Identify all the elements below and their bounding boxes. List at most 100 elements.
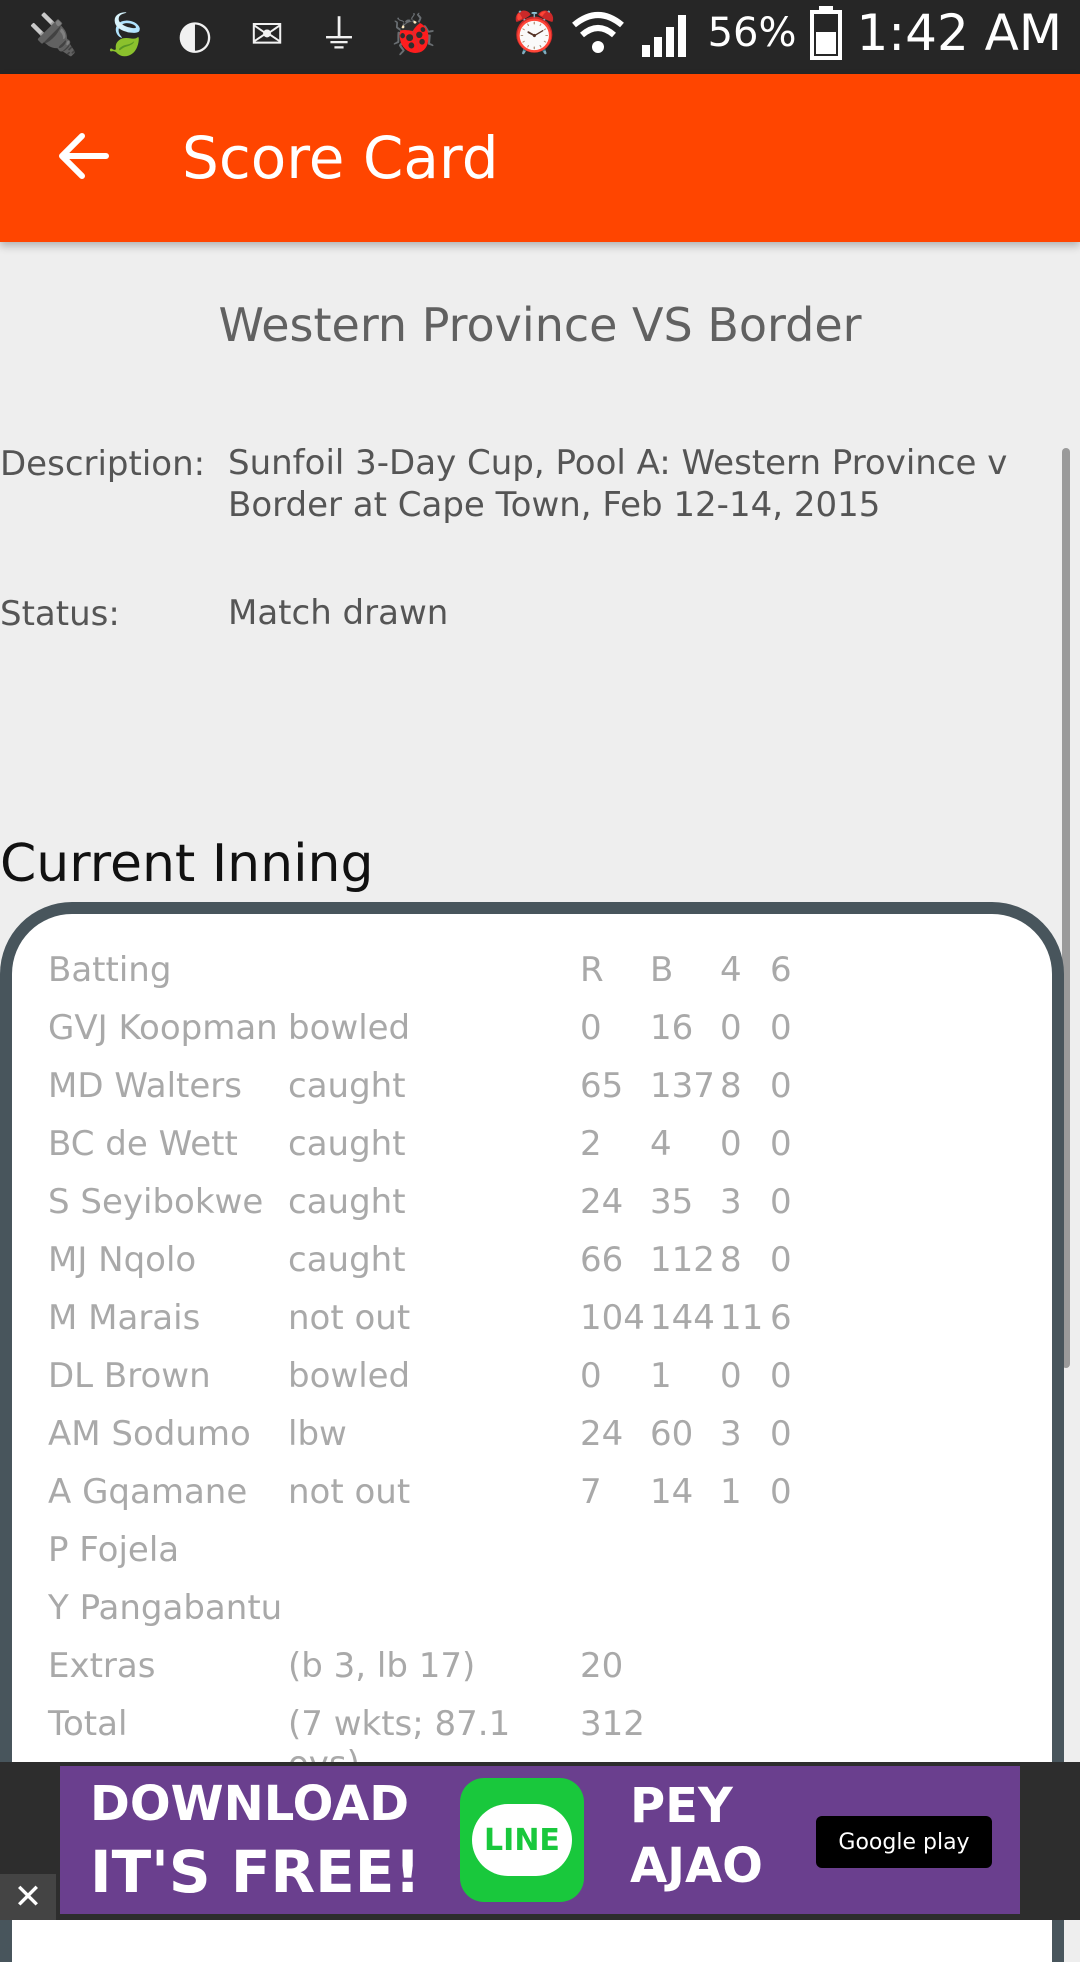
batter-dismissal: bowled	[288, 1008, 411, 1048]
batter-runs: 7	[580, 1472, 602, 1512]
close-icon[interactable]: ✕	[0, 1874, 56, 1920]
header-balls: B	[650, 950, 674, 990]
mail-icon: ✉	[250, 12, 284, 58]
header-sixes: 6	[770, 950, 792, 990]
header-batting: Batting	[48, 950, 172, 990]
ad-text-ajao: AJAO	[630, 1838, 763, 1894]
batter-name: Y Pangabantu	[48, 1588, 283, 1628]
batter-runs: 24	[580, 1414, 624, 1454]
status-bar: 🔌 🍃 ◐ ✉ ⏚ 🐞 ⏰ 56% 1:42 AM	[0, 0, 1080, 74]
batter-runs: 0	[580, 1356, 602, 1396]
batter-fours: 1	[720, 1472, 742, 1512]
batter-sixes: 0	[770, 1124, 792, 1164]
app-bar: Score Card	[0, 74, 1080, 242]
batter-dismissal: caught	[288, 1066, 406, 1106]
ad-text-pey: PEY	[630, 1778, 733, 1834]
table-header: Batting R B 4 6	[48, 950, 810, 1004]
batter-fours: 8	[720, 1066, 742, 1106]
batter-name: MD Walters	[48, 1066, 242, 1106]
batter-name: BC de Wett	[48, 1124, 238, 1164]
batter-runs: 104	[580, 1298, 645, 1338]
table-row: MD Walters caught 65 137 8 0	[48, 1066, 810, 1120]
status-left-icons: 🔌 🍃 ◐ ✉ ⏚ 🐞	[28, 10, 438, 60]
line-logo-text: LINE	[472, 1804, 572, 1876]
extras-row: Extras (b 3, lb 17) 20	[48, 1646, 650, 1700]
batter-sixes: 0	[770, 1182, 792, 1222]
wifi-icon	[571, 12, 624, 53]
batter-sixes: 0	[770, 1008, 792, 1048]
batter-dismissal: bowled	[288, 1356, 411, 1396]
header-runs: R	[580, 950, 604, 990]
batter-balls: 144	[650, 1298, 715, 1338]
batter-runs: 66	[580, 1240, 624, 1280]
speed-icon: ◐	[177, 12, 213, 58]
ad-banner[interactable]: DOWNLOAD IT'S FREE! LINE PEY AJAO Google…	[60, 1766, 1020, 1914]
batter-name: P Fojela	[48, 1530, 180, 1570]
extras-detail: (b 3, lb 17)	[288, 1646, 476, 1686]
batter-sixes: 0	[770, 1066, 792, 1106]
batter-dismissal: caught	[288, 1124, 406, 1164]
batter-sixes: 0	[770, 1472, 792, 1512]
batter-dismissal: caught	[288, 1182, 406, 1222]
batter-fours: 3	[720, 1414, 742, 1454]
table-row: MJ Nqolo caught 66 112 8 0	[48, 1240, 810, 1294]
status-right: ⏰ 56% 1:42 AM	[510, 4, 1062, 62]
batter-fours: 11	[720, 1298, 764, 1338]
batter-fours: 0	[720, 1356, 742, 1396]
leaf-icon: 🍃	[100, 12, 150, 58]
batter-dismissal: lbw	[288, 1414, 347, 1454]
table-row: DL Brown bowled 0 1 0 0	[48, 1356, 810, 1410]
table-row: AM Sodumo lbw 24 60 3 0	[48, 1414, 810, 1468]
usb-charging-icon: 🔌	[28, 12, 78, 58]
batter-fours: 3	[720, 1182, 742, 1222]
total-value: 312	[580, 1704, 645, 1744]
batter-sixes: 0	[770, 1414, 792, 1454]
batter-sixes: 6	[770, 1298, 792, 1338]
batter-name: MJ Nqolo	[48, 1240, 197, 1280]
batter-balls: 35	[650, 1182, 694, 1222]
status-label: Status:	[0, 594, 120, 634]
batter-name: AM Sodumo	[48, 1414, 251, 1454]
batter-fours: 8	[720, 1240, 742, 1280]
google-play-badge[interactable]: Google play	[816, 1816, 992, 1868]
table-row: A Gqamane not out 7 14 1 0	[48, 1472, 810, 1526]
batter-fours: 0	[720, 1008, 742, 1048]
extras-label: Extras	[48, 1646, 156, 1686]
alarm-icon: ⏰	[509, 10, 560, 56]
total-row: Total (7 wkts; 87.1 ovs) 312	[48, 1704, 650, 1784]
page-title: Score Card	[182, 124, 499, 192]
batter-sixes: 0	[770, 1356, 792, 1396]
batter-balls: 60	[650, 1414, 694, 1454]
table-row: BC de Wett caught 2 4 0 0	[48, 1124, 810, 1178]
batter-dismissal: not out	[288, 1472, 411, 1512]
clock-time: 1:42 AM	[856, 4, 1062, 62]
match-title: Western Province VS Border	[218, 298, 862, 352]
ad-text-download: DOWNLOAD	[90, 1776, 410, 1832]
table-row: S Seyibokwe caught 24 35 3 0	[48, 1182, 810, 1236]
signal-icon	[641, 15, 686, 57]
battery-icon	[810, 6, 843, 60]
batter-balls: 137	[650, 1066, 715, 1106]
batter-name: A Gqamane	[48, 1472, 248, 1512]
batter-balls: 1	[650, 1356, 672, 1396]
total-label: Total	[48, 1704, 128, 1744]
batter-fours: 0	[720, 1124, 742, 1164]
table-row: M Marais not out 104 144 11 6	[48, 1298, 810, 1352]
batter-runs: 2	[580, 1124, 602, 1164]
bug-icon: 🐞	[388, 12, 438, 58]
header-fours: 4	[720, 950, 742, 990]
line-logo-icon: LINE	[460, 1778, 584, 1902]
header-dismissal	[288, 950, 580, 1004]
description-value: Sunfoil 3-Day Cup, Pool A: Western Provi…	[228, 443, 1008, 525]
batter-balls: 4	[650, 1124, 672, 1164]
usb-icon: ⏚	[319, 12, 359, 58]
extras-value: 20	[580, 1646, 624, 1686]
table-row: Y Pangabantu	[48, 1588, 368, 1642]
batter-balls: 16	[650, 1008, 694, 1048]
batter-balls: 14	[650, 1472, 694, 1512]
table-row: GVJ Koopman bowled 0 16 0 0	[48, 1008, 810, 1062]
arrow-back-icon[interactable]	[52, 124, 116, 188]
batter-runs: 24	[580, 1182, 624, 1222]
batter-dismissal: not out	[288, 1298, 411, 1338]
batter-balls: 112	[650, 1240, 715, 1280]
